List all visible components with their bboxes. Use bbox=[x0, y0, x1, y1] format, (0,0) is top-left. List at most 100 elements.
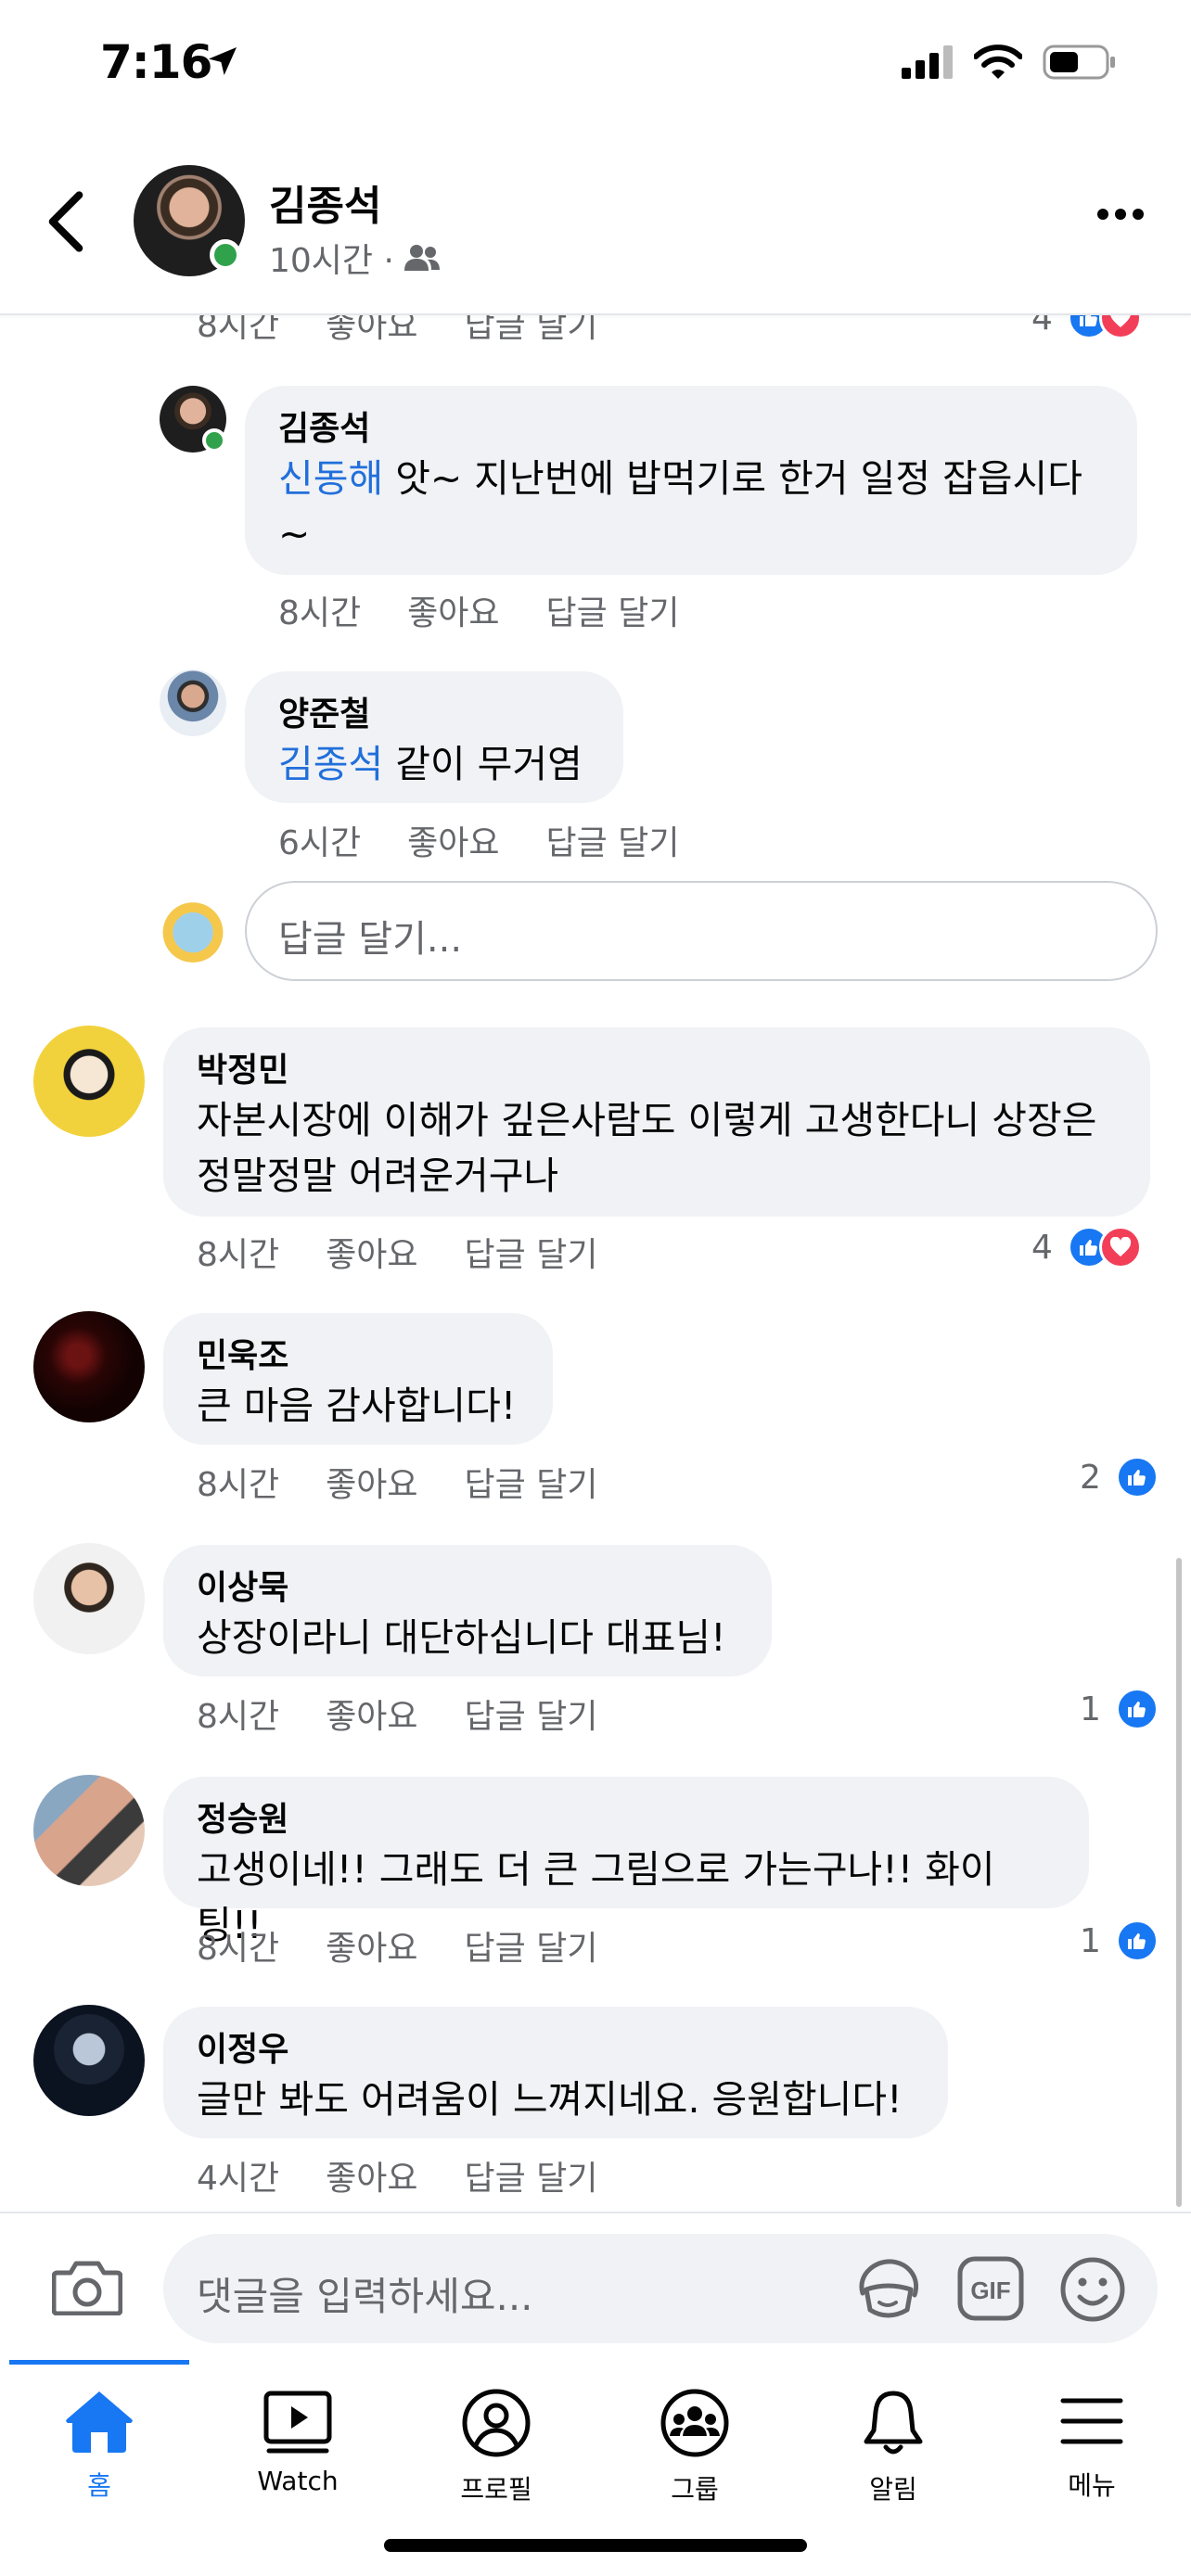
home-indicator[interactable] bbox=[384, 2539, 807, 2552]
comment-actions: 8시간 좋아요 답글 달기 bbox=[197, 1690, 644, 1738]
comment-author[interactable]: 정승원 bbox=[197, 1799, 1056, 1842]
comment-author[interactable]: 김종석 bbox=[278, 408, 1104, 451]
wifi-icon bbox=[974, 45, 1022, 79]
post-time: 10시간 · bbox=[269, 242, 394, 280]
comment-time: 8시간 bbox=[278, 594, 362, 632]
avatar[interactable] bbox=[33, 2005, 145, 2116]
reaction-summary[interactable]: 1 bbox=[1080, 1688, 1159, 1730]
reaction-count: 1 bbox=[1080, 1690, 1101, 1728]
comment-bubble[interactable]: 김종석 신동해 앗~ 지난번에 밥먹기로 한거 일정 잡읍시다 ~ bbox=[245, 386, 1137, 575]
avatar[interactable] bbox=[33, 1311, 145, 1422]
reaction-count: 1 bbox=[1080, 1921, 1101, 1960]
reaction-summary[interactable]: 4 bbox=[1031, 315, 1142, 339]
reply-link[interactable]: 답글 달기 bbox=[465, 1921, 598, 1970]
post-meta: 10시간 · bbox=[269, 234, 441, 282]
reply-link[interactable]: 답글 달기 bbox=[546, 586, 680, 634]
comment-bubble[interactable]: 양준철 김종석 같이 무거염 bbox=[245, 671, 623, 803]
like-link[interactable]: 좋아요 bbox=[326, 1690, 417, 1738]
comment-actions: 8시간 좋아요 답글 달기 bbox=[278, 586, 725, 634]
profile-icon bbox=[462, 2389, 531, 2457]
mention-link[interactable]: 신동해 bbox=[278, 456, 383, 501]
bell-icon bbox=[864, 2391, 923, 2455]
more-options-icon[interactable] bbox=[1096, 208, 1145, 221]
like-link[interactable]: 좋아요 bbox=[407, 816, 499, 864]
svg-text:GIF: GIF bbox=[970, 2276, 1010, 2304]
status-bar: 7:16 bbox=[0, 0, 1191, 130]
comment-time: 8시간 bbox=[197, 1698, 280, 1736]
avatar[interactable] bbox=[33, 1026, 145, 1137]
like-link[interactable]: 좋아요 bbox=[326, 1228, 417, 1276]
tab-groups[interactable]: 그룹 bbox=[596, 2388, 794, 2508]
tab-label: 그룹 bbox=[671, 2474, 719, 2505]
reply-link[interactable]: 답글 달기 bbox=[465, 2151, 598, 2200]
comment-text: 자본시장에 이해가 깊은사람도 이렇게 고생한다니 상장은 정말정말 어려운거구… bbox=[197, 1098, 1097, 1198]
comment-time: 8시간 bbox=[197, 1466, 280, 1504]
avatar[interactable] bbox=[33, 1775, 145, 1886]
status-time: 7:16 bbox=[100, 35, 212, 89]
comment-bubble[interactable]: 정승원 고생이네!! 그래도 더 큰 그림으로 가는구나!! 화이팅!! bbox=[163, 1777, 1089, 1947]
comment-time: 4시간 bbox=[197, 2160, 280, 2198]
like-reaction-icon bbox=[1115, 1688, 1159, 1730]
comment-bubble[interactable]: 민욱조 큰 마음 감사합니다! bbox=[163, 1313, 553, 1445]
comment-author[interactable]: 양준철 bbox=[278, 694, 590, 736]
friends-audience-icon bbox=[403, 245, 440, 271]
comment-author[interactable]: 이정우 bbox=[197, 2029, 915, 2072]
tab-profile[interactable]: 프로필 bbox=[397, 2388, 596, 2508]
post-header: 김종석 10시간 · bbox=[0, 130, 1191, 315]
emoji-icon[interactable] bbox=[1059, 2256, 1126, 2323]
tab-label: Watch bbox=[257, 2466, 339, 2496]
comment-author[interactable]: 박정민 bbox=[197, 1050, 1117, 1092]
comment-text: 김종석 같이 무거염 bbox=[278, 742, 583, 786]
tab-notifications[interactable]: 알림 bbox=[794, 2388, 992, 2508]
reply-link[interactable]: 답글 달기 bbox=[546, 816, 680, 864]
tab-watch[interactable]: Watch bbox=[198, 2388, 397, 2508]
author-name[interactable]: 김종석 bbox=[269, 172, 381, 232]
comment-author[interactable]: 민욱조 bbox=[197, 1335, 519, 1378]
scrollbar[interactable] bbox=[1176, 1558, 1182, 2207]
reaction-summary[interactable]: 4 bbox=[1031, 1226, 1142, 1269]
back-icon[interactable] bbox=[43, 189, 89, 254]
tab-label: 메뉴 bbox=[1068, 2470, 1116, 2501]
comment-actions: 8시간 좋아요 답글 달기 bbox=[197, 315, 644, 347]
camera-icon[interactable] bbox=[52, 2258, 122, 2315]
watch-icon bbox=[263, 2391, 332, 2454]
like-link[interactable]: 좋아요 bbox=[326, 315, 417, 347]
comment-text: 큰 마음 감사합니다! bbox=[197, 1384, 517, 1428]
comment-input[interactable]: 댓글을 입력하세요... GIF bbox=[163, 2234, 1158, 2343]
comment-composer: 댓글을 입력하세요... GIF bbox=[0, 2212, 1191, 2351]
comment-bubble[interactable]: 박정민 자본시장에 이해가 깊은사람도 이렇게 고생한다니 상장은 정말정말 어… bbox=[163, 1027, 1150, 1217]
comment-actions: 4시간 좋아요 답글 달기 bbox=[197, 2151, 644, 2200]
tab-menu[interactable]: 메뉴 bbox=[992, 2388, 1191, 2508]
comment-time: 6시간 bbox=[278, 824, 362, 862]
like-link[interactable]: 좋아요 bbox=[326, 1921, 417, 1970]
like-link[interactable]: 좋아요 bbox=[326, 2151, 417, 2200]
reply-link[interactable]: 답글 달기 bbox=[465, 1228, 598, 1276]
cellular-signal-icon bbox=[902, 45, 953, 79]
love-reaction-icon bbox=[1098, 315, 1142, 339]
comment-bubble[interactable]: 이상묵 상장이라니 대단하십니다 대표님! bbox=[163, 1545, 772, 1677]
active-tab-indicator bbox=[9, 2360, 189, 2365]
mention-link[interactable]: 김종석 bbox=[278, 742, 383, 786]
reply-link[interactable]: 답글 달기 bbox=[465, 1690, 598, 1738]
menu-icon bbox=[1060, 2398, 1123, 2444]
comment-author[interactable]: 이상묵 bbox=[197, 1567, 738, 1610]
comment-actions: 8시간 좋아요 답글 달기 bbox=[197, 1458, 644, 1506]
like-link[interactable]: 좋아요 bbox=[407, 586, 499, 634]
battery-icon bbox=[1043, 45, 1115, 80]
reply-link[interactable]: 답글 달기 bbox=[465, 315, 598, 347]
comment-actions: 8시간 좋아요 답글 달기 bbox=[197, 1921, 644, 1970]
gif-icon[interactable]: GIF bbox=[957, 2256, 1024, 2321]
reply-link[interactable]: 답글 달기 bbox=[465, 1458, 598, 1506]
like-link[interactable]: 좋아요 bbox=[326, 1458, 417, 1506]
reaction-summary[interactable]: 2 bbox=[1080, 1456, 1159, 1498]
comment-time: 8시간 bbox=[197, 315, 280, 345]
tab-home[interactable]: 홈 bbox=[0, 2388, 198, 2508]
comment-bubble[interactable]: 이정우 글만 봐도 어려움이 느껴지네요. 응원합니다! bbox=[163, 2007, 948, 2138]
avatar[interactable] bbox=[33, 1543, 145, 1654]
avatar-sticker-icon[interactable] bbox=[853, 2256, 922, 2321]
avatar[interactable] bbox=[160, 670, 226, 736]
reply-input[interactable]: 답글 달기... bbox=[245, 881, 1158, 981]
reaction-summary[interactable]: 1 bbox=[1080, 1919, 1159, 1962]
reaction-count: 4 bbox=[1031, 1228, 1053, 1267]
comment-actions: 8시간 좋아요 답글 달기 bbox=[197, 1228, 644, 1276]
